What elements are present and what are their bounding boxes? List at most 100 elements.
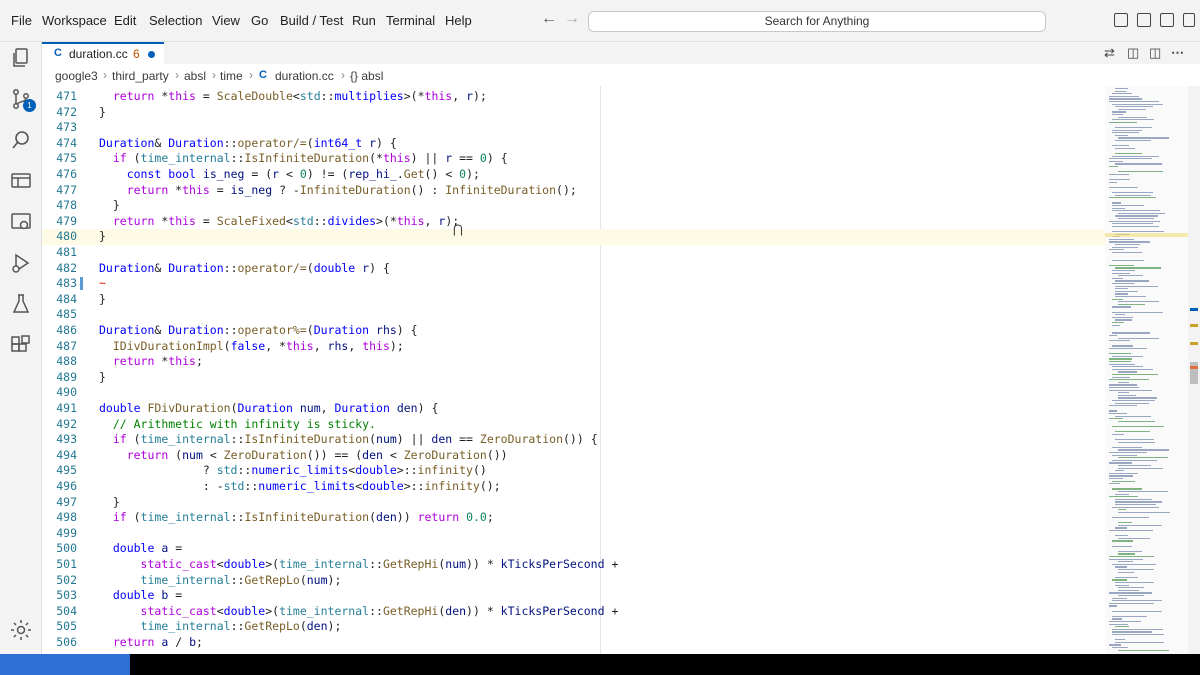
code-line[interactable]: 492 // Arithmetic with infinity is stick… xyxy=(42,417,1105,433)
menu-file[interactable]: File xyxy=(11,13,32,28)
code-text: // Arithmetic with infinity is sticky. xyxy=(112,416,376,431)
toggle-primary-sidebar-icon[interactable] xyxy=(1114,13,1128,27)
code-line[interactable]: 497 } xyxy=(42,495,1105,511)
code-line[interactable]: 491 double FDivDuration(Duration num, Dur… xyxy=(42,401,1105,417)
menu-edit[interactable]: Edit xyxy=(114,13,136,28)
minimap-line xyxy=(1115,319,1132,321)
code-line[interactable]: 476 const bool is_neg = (r < 0) != (rep_… xyxy=(42,167,1105,183)
code-line[interactable]: 490 xyxy=(42,385,1105,401)
menu-terminal[interactable]: Terminal xyxy=(386,13,435,28)
customize-layout-icon[interactable] xyxy=(1183,13,1195,27)
code-line[interactable]: 484} xyxy=(42,292,1105,308)
unsaved-dot-icon[interactable] xyxy=(148,51,155,58)
breadcrumb-absl[interactable]: absl xyxy=(184,69,206,83)
code-line[interactable]: 488 return *this; xyxy=(42,354,1105,370)
forward-arrow-icon[interactable]: → xyxy=(564,10,580,28)
menu-selection[interactable]: Selection xyxy=(149,13,202,28)
minimap-line xyxy=(1112,366,1143,368)
minimap-line xyxy=(1118,465,1151,467)
minimap-line xyxy=(1115,140,1151,142)
menu-help[interactable]: Help xyxy=(445,13,472,28)
minimap-line xyxy=(1118,553,1135,555)
code-line[interactable]: 500 double a = xyxy=(42,541,1105,557)
minimap-line xyxy=(1115,127,1152,129)
more-actions-icon[interactable]: ⋯ xyxy=(1171,45,1184,61)
code-line[interactable]: 494 return (num < ZeroDuration()) == (de… xyxy=(42,448,1105,464)
breadcrumb-third-party[interactable]: third_party xyxy=(112,69,169,83)
toggle-panel-icon[interactable] xyxy=(1137,13,1151,27)
code-line[interactable]: 486 Duration& Duration::operator%=(Durati… xyxy=(42,323,1105,339)
minimap[interactable] xyxy=(1105,86,1188,654)
line-number: 475 xyxy=(56,151,77,166)
minimap-line xyxy=(1112,628,1163,630)
menu-run[interactable]: Run xyxy=(352,13,376,28)
code-line[interactable]: 504 static_cast<double>(time_internal::G… xyxy=(42,604,1105,620)
toggle-layout-icon[interactable]: ◫ xyxy=(1149,45,1161,61)
code-line[interactable]: 502 time_internal::GetRepLo(num); xyxy=(42,573,1105,589)
vertical-scrollbar[interactable] xyxy=(1188,86,1200,654)
breadcrumb-google3[interactable]: google3 xyxy=(55,69,98,83)
remote-indicator[interactable] xyxy=(0,654,130,675)
chevron-right-icon: › xyxy=(175,68,179,82)
minimap-line xyxy=(1112,231,1164,233)
minimap-highlight xyxy=(1105,233,1188,237)
code-line[interactable]: 503 double b = xyxy=(42,588,1105,604)
code-line[interactable]: 495 ? std::numeric_limits<double>::infin… xyxy=(42,463,1105,479)
code-line[interactable]: 499 xyxy=(42,526,1105,542)
menu-workspace[interactable]: Workspace xyxy=(42,13,107,28)
code-line[interactable]: 487 IDivDurationImpl(false, *this, rhs, … xyxy=(42,339,1105,355)
code-line[interactable]: 471 return *this = ScaleDouble<std::mult… xyxy=(42,89,1105,105)
menu-view[interactable]: View xyxy=(212,13,240,28)
code-text: } xyxy=(99,229,106,244)
code-line[interactable]: 475 if (time_internal::IsInfiniteDuratio… xyxy=(42,151,1105,167)
code-text: if (time_internal::IsInfiniteDuration(nu… xyxy=(112,432,598,447)
minimap-line xyxy=(1112,597,1127,599)
code-line[interactable]: 473 xyxy=(42,120,1105,136)
code-line[interactable]: 501 static_cast<double>(time_internal::G… xyxy=(42,557,1105,573)
toggle-secondary-sidebar-icon[interactable] xyxy=(1160,13,1174,27)
code-line[interactable]: 505 time_internal::GetRepLo(den); xyxy=(42,619,1105,635)
code-line[interactable]: 493 if (time_internal::IsInfiniteDuratio… xyxy=(42,432,1105,448)
code-line[interactable]: 496 : -std::numeric_limits<double>::infi… xyxy=(42,479,1105,495)
testing-icon[interactable] xyxy=(9,292,33,316)
code-editor[interactable]: 471 return *this = ScaleDouble<std::mult… xyxy=(42,86,1105,654)
minimap-line xyxy=(1118,218,1154,220)
settings-gear-icon[interactable] xyxy=(9,618,33,642)
menu-build-test[interactable]: Build / Test xyxy=(280,13,343,28)
code-line[interactable]: 485 xyxy=(42,307,1105,323)
search-icon[interactable] xyxy=(9,128,33,152)
code-line[interactable]: 498 if (time_internal::IsInfiniteDuratio… xyxy=(42,510,1105,526)
code-line[interactable]: 477 return *this = is_neg ? -InfiniteDur… xyxy=(42,183,1105,199)
breadcrumb-duration-cc[interactable]: duration.cc xyxy=(275,69,334,83)
breadcrumb-namespace-absl[interactable]: {} absl xyxy=(350,69,383,83)
code-line[interactable]: 483 ~ xyxy=(42,276,1105,292)
code-line[interactable]: 481 xyxy=(42,245,1105,261)
code-line[interactable]: 489} xyxy=(42,370,1105,386)
command-center-search[interactable]: Search for Anything xyxy=(588,11,1046,32)
back-arrow-icon[interactable]: ← xyxy=(541,10,557,28)
code-line[interactable]: 482 Duration& Duration::operator/=(double… xyxy=(42,261,1105,277)
cpp-file-icon: C xyxy=(259,69,267,81)
code-line[interactable]: 478 } xyxy=(42,198,1105,214)
code-line[interactable]: 480} xyxy=(42,229,1105,245)
minimap-line xyxy=(1115,288,1128,290)
extensions-icon[interactable] xyxy=(9,333,33,357)
code-line[interactable]: 472} xyxy=(42,105,1105,121)
code-text: : -std::numeric_limits<double>::infinity… xyxy=(99,479,501,493)
menu-go[interactable]: Go xyxy=(251,13,268,28)
tab-duration-cc[interactable]: C duration.cc 6 xyxy=(42,42,164,66)
minimap-line xyxy=(1109,158,1152,160)
code-line[interactable]: 479 return *this = ScaleFixed<std::divid… xyxy=(42,214,1105,230)
minimap-line xyxy=(1109,462,1132,464)
code-line[interactable]: 506 return a / b; xyxy=(42,635,1105,651)
run-debug-icon[interactable] xyxy=(9,251,33,275)
explorer-icon[interactable] xyxy=(9,46,33,70)
remote-explorer-icon[interactable] xyxy=(9,169,33,193)
code-line[interactable]: 474 Duration& Duration::operator/=(int64_… xyxy=(42,136,1105,152)
breadcrumb-time[interactable]: time xyxy=(220,69,243,83)
open-changes-icon[interactable]: ⇄ xyxy=(1104,45,1115,61)
line-number: 497 xyxy=(56,494,77,509)
remote-window-icon[interactable] xyxy=(9,210,33,234)
line-number: 477 xyxy=(56,182,77,197)
split-editor-icon[interactable]: ◫ xyxy=(1127,45,1139,61)
